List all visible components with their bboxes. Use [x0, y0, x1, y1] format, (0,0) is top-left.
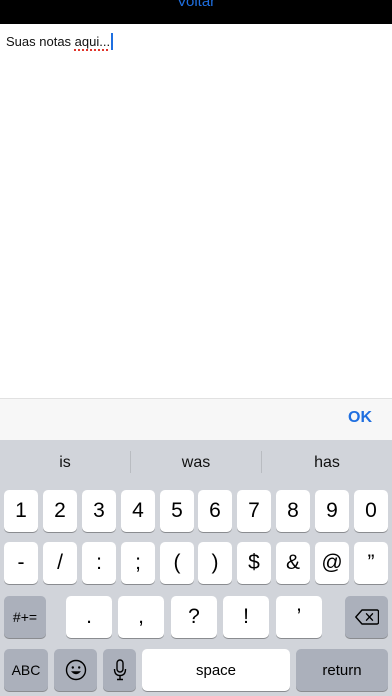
key-comma[interactable]: ,: [118, 596, 164, 638]
key-at[interactable]: @: [315, 542, 349, 584]
notes-text-misspelled: aqui...: [74, 34, 111, 49]
microphone-icon: [113, 659, 126, 681]
key-quote[interactable]: ”: [354, 542, 388, 584]
keyboard: is was has 1 2 3 4 5 6 7 8 9 0 - / : ; (…: [0, 440, 392, 696]
key-2[interactable]: 2: [43, 490, 77, 532]
key-3[interactable]: 3: [82, 490, 116, 532]
key-slash[interactable]: /: [43, 542, 77, 584]
emoji-icon: [65, 659, 86, 681]
key-ampersand[interactable]: &: [276, 542, 310, 584]
suggestion-3[interactable]: has: [262, 440, 392, 486]
key-period[interactable]: .: [66, 596, 112, 638]
key-8[interactable]: 8: [276, 490, 310, 532]
key-close-paren[interactable]: ): [198, 542, 232, 584]
suggestion-1[interactable]: is: [0, 440, 130, 486]
key-7[interactable]: 7: [237, 490, 271, 532]
key-1[interactable]: 1: [4, 490, 38, 532]
key-colon[interactable]: :: [82, 542, 116, 584]
text-cursor: [111, 33, 114, 50]
backspace-key[interactable]: [345, 596, 388, 638]
back-button[interactable]: Voltar: [0, 0, 392, 10]
abc-key[interactable]: ABC: [4, 649, 48, 691]
keyboard-accessory-bar: OK: [0, 398, 392, 440]
key-question[interactable]: ?: [171, 596, 217, 638]
notes-text-area[interactable]: Suas notas aqui...: [0, 24, 392, 398]
suggestion-bar: is was has: [0, 440, 392, 486]
key-9[interactable]: 9: [315, 490, 349, 532]
key-4[interactable]: 4: [121, 490, 155, 532]
ok-button[interactable]: OK: [348, 409, 372, 427]
key-dollar[interactable]: $: [237, 542, 271, 584]
backspace-icon: [354, 609, 379, 625]
key-apostrophe[interactable]: ’: [276, 596, 322, 638]
suggestion-2[interactable]: was: [131, 440, 261, 486]
key-0[interactable]: 0: [354, 490, 388, 532]
notes-text-plain: Suas notas: [6, 34, 75, 49]
key-exclamation[interactable]: !: [223, 596, 269, 638]
return-key[interactable]: return: [296, 649, 388, 691]
microphone-key[interactable]: [103, 649, 136, 691]
space-key[interactable]: space: [142, 649, 290, 691]
emoji-key[interactable]: [54, 649, 97, 691]
key-5[interactable]: 5: [160, 490, 194, 532]
key-6[interactable]: 6: [198, 490, 232, 532]
top-bar: Voltar: [0, 0, 392, 24]
key-semicolon[interactable]: ;: [121, 542, 155, 584]
symbols-toggle-key[interactable]: #+=: [4, 596, 46, 638]
key-hyphen[interactable]: -: [4, 542, 38, 584]
notes-text: Suas notas aqui...: [6, 33, 114, 50]
key-open-paren[interactable]: (: [160, 542, 194, 584]
